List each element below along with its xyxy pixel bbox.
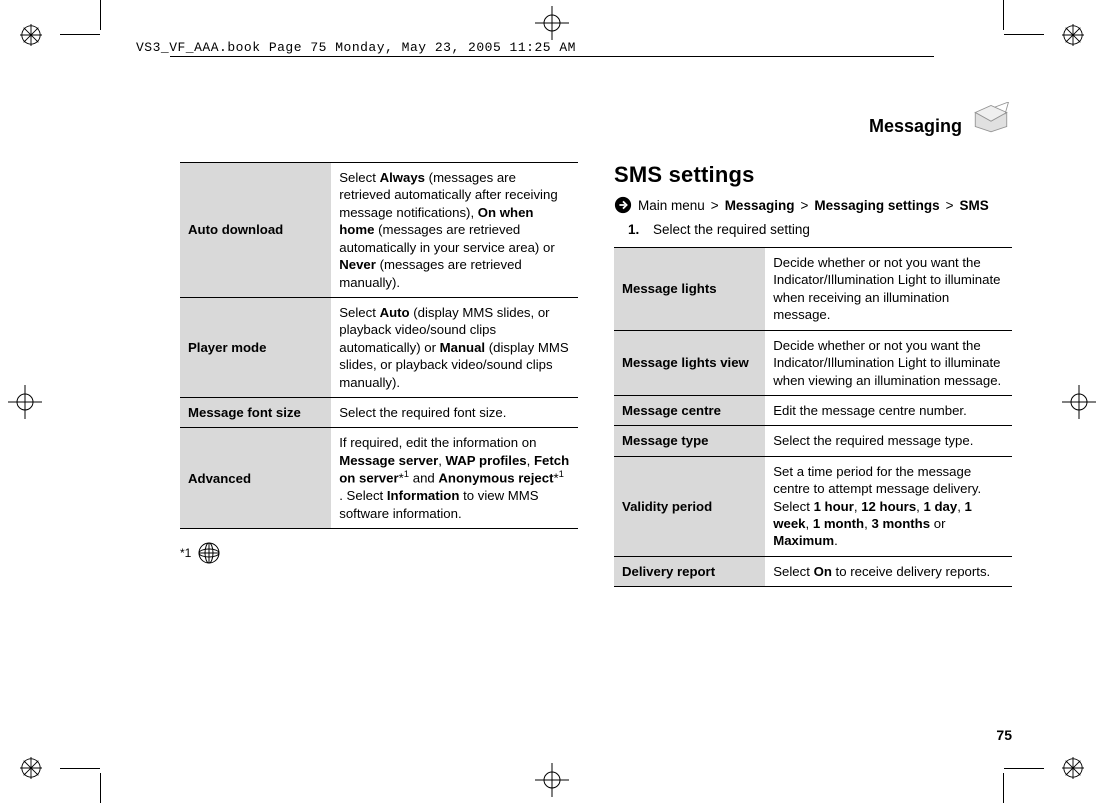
sms-settings-column: SMS settings Main menu > Messaging > Mes…	[614, 162, 1012, 587]
registration-mark-icon	[1062, 757, 1084, 779]
setting-description: Select the required message type.	[765, 426, 1012, 456]
setting-description: Select On to receive delivery reports.	[765, 556, 1012, 586]
breadcrumb-separator: >	[800, 198, 808, 213]
instruction-step: 1. Select the required setting	[628, 222, 1012, 237]
setting-description: Decide whether or not you want the Indic…	[765, 330, 1012, 395]
footnote: *1	[180, 541, 578, 565]
setting-name: Message centre	[614, 395, 765, 425]
setting-name: Message type	[614, 426, 765, 456]
registration-mark-icon	[20, 24, 42, 46]
step-number: 1.	[628, 222, 639, 237]
setting-description: Set a time period for the message centre…	[765, 456, 1012, 556]
section-header: Messaging	[869, 116, 962, 137]
breadcrumb-item: SMS	[960, 198, 989, 213]
crop-mark-icon	[100, 773, 101, 803]
breadcrumb-item: Messaging	[725, 198, 795, 213]
setting-name: Message font size	[180, 398, 331, 428]
setting-description: If required, edit the information on Mes…	[331, 428, 578, 529]
crosshair-icon	[8, 385, 42, 419]
table-row: Message font sizeSelect the required fon…	[180, 398, 578, 428]
setting-name: Player mode	[180, 297, 331, 397]
step-text: Select the required setting	[653, 222, 810, 237]
setting-name: Message lights view	[614, 330, 765, 395]
table-row: Auto downloadSelect Always (messages are…	[180, 163, 578, 298]
setting-name: Auto download	[180, 163, 331, 298]
table-row: Delivery reportSelect On to receive deli…	[614, 556, 1012, 586]
sms-settings-heading: SMS settings	[614, 162, 1012, 188]
crop-mark-icon	[1003, 0, 1004, 30]
setting-description: Select the required font size.	[331, 398, 578, 428]
setting-name: Message lights	[614, 248, 765, 331]
setting-description: Decide whether or not you want the Indic…	[765, 248, 1012, 331]
breadcrumb-item: Messaging settings	[814, 198, 939, 213]
crosshair-icon	[1062, 385, 1096, 419]
breadcrumb-separator: >	[946, 198, 954, 213]
table-row: Validity periodSet a time period for the…	[614, 456, 1012, 556]
navigate-arrow-icon	[614, 196, 632, 214]
registration-mark-icon	[1062, 24, 1084, 46]
mms-settings-table: Auto downloadSelect Always (messages are…	[180, 162, 578, 529]
registration-mark-icon	[20, 757, 42, 779]
mms-settings-column: Auto downloadSelect Always (messages are…	[180, 162, 578, 587]
table-row: Player modeSelect Auto (display MMS slid…	[180, 297, 578, 397]
breadcrumb: Main menu > Messaging > Messaging settin…	[614, 196, 1012, 214]
breadcrumb-separator: >	[711, 198, 719, 213]
header-rule	[170, 56, 934, 57]
table-row: Message lightsDecide whether or not you …	[614, 248, 1012, 331]
table-row: Message lights viewDecide whether or not…	[614, 330, 1012, 395]
setting-description: Select Always (messages are retrieved au…	[331, 163, 578, 298]
setting-name: Advanced	[180, 428, 331, 529]
book-meta-text: VS3_VF_AAA.book Page 75 Monday, May 23, …	[136, 40, 1014, 55]
footnote-marker: *1	[180, 546, 191, 560]
sms-settings-table: Message lightsDecide whether or not you …	[614, 247, 1012, 587]
table-row: Message typeSelect the required message …	[614, 426, 1012, 456]
breadcrumb-root: Main menu	[638, 198, 705, 213]
messaging-icon	[970, 102, 1012, 136]
setting-name: Validity period	[614, 456, 765, 556]
network-globe-icon	[197, 541, 221, 565]
setting-description: Edit the message centre number.	[765, 395, 1012, 425]
table-row: AdvancedIf required, edit the informatio…	[180, 428, 578, 529]
page-number: 75	[996, 727, 1012, 743]
setting-description: Select Auto (display MMS slides, or play…	[331, 297, 578, 397]
crop-mark-icon	[100, 0, 101, 30]
table-row: Message centreEdit the message centre nu…	[614, 395, 1012, 425]
setting-name: Delivery report	[614, 556, 765, 586]
crop-mark-icon	[1003, 773, 1004, 803]
